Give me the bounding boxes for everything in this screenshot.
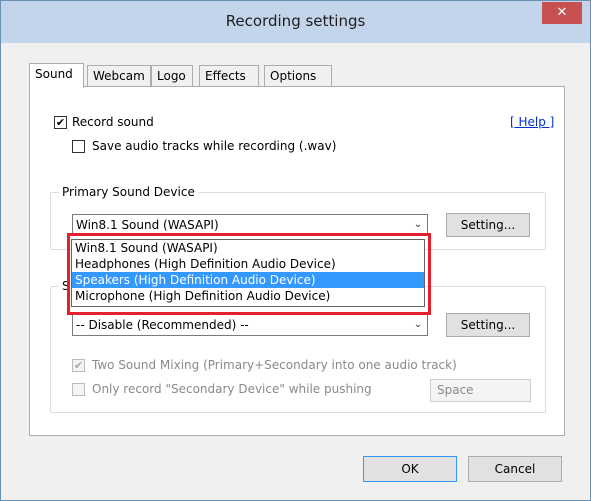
secondary-device-combo[interactable]: -- Disable (Recommended) -- ⌄ (72, 314, 428, 336)
checkmark-icon: ✔ (73, 359, 84, 372)
checkmark-icon: ✔ (55, 116, 66, 129)
tab-effects[interactable]: Effects (199, 65, 259, 87)
push-hotkey-field[interactable]: Space (430, 379, 531, 402)
only-record-secondary-label[interactable]: Only record "Secondary Device" while pus… (92, 382, 372, 396)
annotation-highlight-box (67, 233, 431, 315)
title-bar[interactable]: Recording settings ✕ (1, 1, 590, 43)
two-sound-mixing-label[interactable]: Two Sound Mixing (Primary+Secondary into… (92, 358, 457, 372)
secondary-setting-button[interactable]: Setting... (446, 313, 530, 337)
tab-webcam[interactable]: Webcam (87, 65, 151, 87)
window-title: Recording settings (225, 12, 366, 30)
two-sound-mixing-checkbox[interactable]: ✔ (72, 359, 85, 372)
secondary-device-value: -- Disable (Recommended) -- (76, 318, 249, 332)
primary-device-value: Win8.1 Sound (WASAPI) (76, 218, 219, 232)
tab-sound[interactable]: Sound (29, 63, 84, 88)
tab-logo[interactable]: Logo (151, 65, 193, 87)
chevron-down-icon: ⌄ (413, 219, 423, 230)
cancel-button[interactable]: Cancel (468, 456, 562, 482)
tab-options[interactable]: Options (264, 65, 332, 87)
recording-settings-dialog: Recording settings ✕ Sound Webcam Logo E… (0, 0, 591, 501)
save-audio-tracks-checkbox[interactable] (72, 140, 85, 153)
record-sound-checkbox[interactable]: ✔ (54, 116, 67, 129)
close-button[interactable]: ✕ (542, 2, 582, 24)
ok-button[interactable]: OK (363, 456, 457, 482)
save-audio-tracks-label[interactable]: Save audio tracks while recording (.wav) (92, 139, 336, 153)
primary-sound-device-title: Primary Sound Device (59, 185, 198, 199)
primary-setting-button[interactable]: Setting... (446, 213, 530, 237)
only-record-secondary-checkbox[interactable] (72, 383, 85, 396)
record-sound-label[interactable]: Record sound (72, 115, 154, 129)
chevron-down-icon: ⌄ (413, 319, 423, 330)
close-icon: ✕ (556, 5, 568, 20)
help-link[interactable]: [ Help ] (510, 115, 554, 129)
